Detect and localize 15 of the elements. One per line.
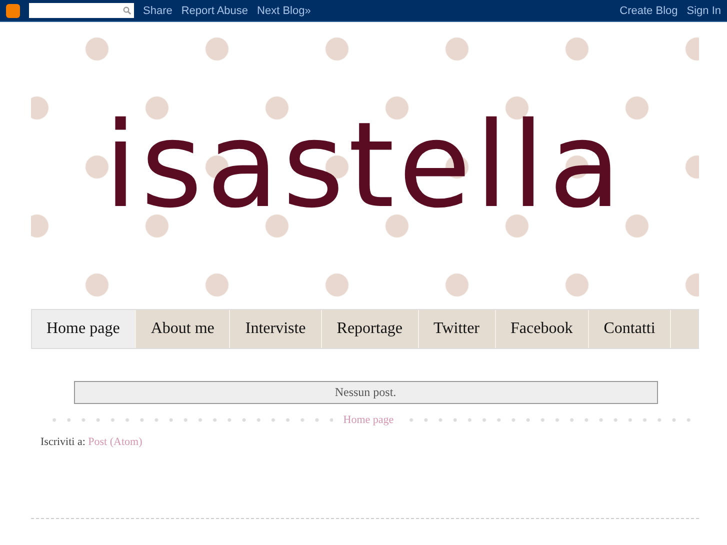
blogger-logo-icon[interactable] — [6, 4, 20, 18]
nav-tab[interactable]: Twitter — [418, 310, 496, 348]
navbar-link[interactable]: Next Blog» — [257, 4, 311, 16]
navbar-link[interactable]: Create Blog — [620, 4, 678, 16]
navbar-link[interactable]: Report Abuse — [181, 4, 248, 16]
navbar-link[interactable]: Sign In — [686, 4, 721, 16]
search-field[interactable] — [29, 3, 134, 18]
search-icon[interactable] — [123, 5, 131, 16]
navbar-link[interactable]: Share — [143, 4, 172, 16]
feed-links: Iscriviti a: Post (Atom) — [40, 436, 142, 448]
blog-title: isastella — [104, 106, 625, 224]
nav-tab[interactable]: Contatti — [588, 310, 672, 348]
status-message: Nessun post. — [74, 381, 658, 404]
nav-tab[interactable]: Home page — [32, 310, 136, 348]
nav-tab[interactable]: Facebook — [496, 310, 589, 348]
